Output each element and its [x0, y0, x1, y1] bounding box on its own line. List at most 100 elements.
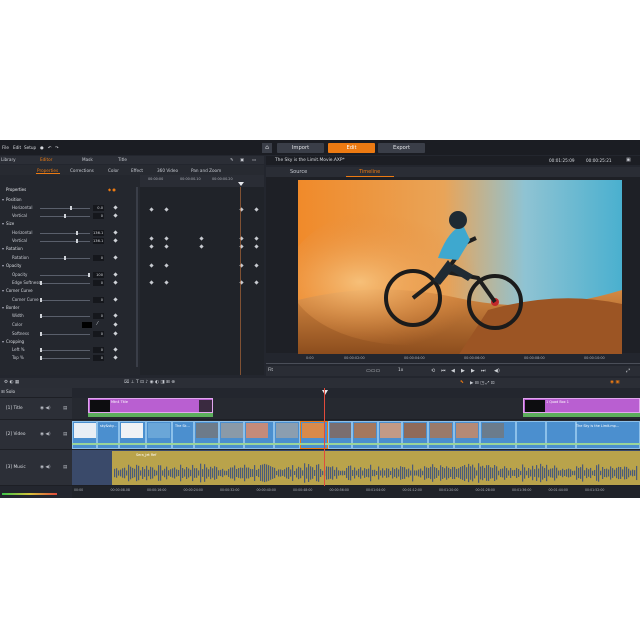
- timeline-panel-icons[interactable]: ◉ ▣: [610, 380, 620, 385]
- tab-editor[interactable]: Editor: [40, 157, 52, 162]
- keyframe-marker[interactable]: [149, 280, 154, 285]
- properties-scrollbar[interactable]: [136, 187, 138, 367]
- redo-icon[interactable]: ↷: [55, 145, 59, 150]
- track-options-icon[interactable]: ⊞: [1, 390, 5, 395]
- undo-icon[interactable]: ↶: [48, 145, 52, 150]
- keyframe-marker[interactable]: [199, 236, 204, 241]
- edit-button[interactable]: Edit: [328, 143, 375, 153]
- property-value[interactable]: 0: [93, 355, 104, 361]
- property-group[interactable]: ▾ Corner Curve: [0, 287, 140, 295]
- property-group[interactable]: ▾ Size: [0, 220, 140, 228]
- menu-setup[interactable]: Setup: [24, 145, 36, 150]
- music-clip[interactable]: Sera_jet Ref: [112, 451, 640, 485]
- keyframe-marker[interactable]: [164, 236, 169, 241]
- property-group[interactable]: ▾ Cropping: [0, 338, 140, 346]
- expand-icon[interactable]: ▾: [2, 246, 4, 251]
- menu-file[interactable]: File: [2, 145, 9, 150]
- property-slider[interactable]: [40, 239, 90, 243]
- property-group[interactable]: ▾ Border: [0, 304, 140, 312]
- title-clip-left[interactable]: Mtn4 Title: [88, 398, 213, 413]
- tab-timeline[interactable]: Timeline: [359, 169, 380, 175]
- tab-color[interactable]: Color: [108, 168, 119, 173]
- keyframe-icon[interactable]: [113, 322, 118, 327]
- color-swatch[interactable]: [82, 322, 92, 328]
- skip-end-icon[interactable]: ⏭: [481, 368, 486, 374]
- property-slider[interactable]: [40, 356, 90, 360]
- pin-icon[interactable]: ✎: [230, 157, 234, 162]
- property-slider[interactable]: [40, 206, 90, 210]
- expand-icon[interactable]: ▾: [2, 221, 4, 226]
- slider-knob[interactable]: [40, 348, 42, 352]
- expand-icon[interactable]: ▾: [2, 288, 4, 293]
- eyedropper-icon[interactable]: ⁄: [97, 321, 98, 327]
- keyframe-icon[interactable]: [113, 238, 118, 243]
- viewer-ruler[interactable]: 0:00 00:00:02:00 00:00:04:00 00:00:06:00…: [266, 354, 640, 366]
- slider-knob[interactable]: [76, 239, 78, 243]
- property-value[interactable]: 100: [93, 272, 104, 278]
- keyframe-marker[interactable]: [254, 244, 259, 249]
- window-icon[interactable]: ▣: [240, 157, 244, 162]
- snap-icon[interactable]: ⬉: [460, 380, 464, 385]
- step-forward-icon[interactable]: ▶: [471, 368, 475, 374]
- timeline-ruler[interactable]: [72, 388, 640, 398]
- jog-wheel[interactable]: ▭▭▭: [366, 368, 380, 374]
- slider-knob[interactable]: [40, 298, 42, 302]
- tab-pan-and-zoom[interactable]: Pan and Zoom: [191, 168, 221, 173]
- keyframe-icon[interactable]: [113, 230, 118, 235]
- keyframe-icon[interactable]: [113, 313, 118, 318]
- timeline-edit-icons[interactable]: ▶ ⊟ ◳ ⤢ ⊡: [470, 380, 495, 386]
- property-slider[interactable]: [40, 348, 90, 352]
- play-icon[interactable]: ▶: [461, 368, 465, 374]
- keyframe-marker[interactable]: [164, 207, 169, 212]
- expand-icon[interactable]: ▾: [2, 339, 4, 344]
- expand-icon[interactable]: ▾: [2, 263, 4, 268]
- import-button[interactable]: Import: [277, 143, 324, 153]
- keyframe-icon[interactable]: [113, 355, 118, 360]
- track-menu-icon[interactable]: ▤: [63, 465, 67, 470]
- property-group[interactable]: ▾ Position: [0, 196, 140, 204]
- tab-corrections[interactable]: Corrections: [70, 168, 94, 173]
- keyframe-toolbar-icon[interactable]: ◆ ●: [108, 187, 116, 192]
- tab-mask[interactable]: Mask: [82, 157, 93, 162]
- track-visibility-icon[interactable]: ◉ ◀): [40, 432, 51, 437]
- keyframe-icon[interactable]: [113, 297, 118, 302]
- property-value[interactable]: 0: [93, 297, 104, 303]
- keyframe-icon[interactable]: [113, 213, 118, 218]
- property-slider[interactable]: [40, 332, 90, 336]
- keyframe-marker[interactable]: [199, 244, 204, 249]
- property-slider[interactable]: [40, 314, 90, 318]
- tab-source[interactable]: Source: [290, 169, 307, 175]
- keyframe-icon[interactable]: [113, 280, 118, 285]
- slider-knob[interactable]: [69, 206, 72, 210]
- property-value[interactable]: 0: [93, 313, 104, 319]
- timeline-playhead-marker[interactable]: [322, 390, 328, 395]
- timeline-playhead[interactable]: [324, 388, 325, 486]
- keyframe-icon[interactable]: [113, 272, 118, 277]
- close-panel-icon[interactable]: ▭: [252, 157, 256, 162]
- timeline-settings-icon[interactable]: ⚙ ◐ ▦: [4, 380, 19, 385]
- keyframe-icon[interactable]: [113, 347, 118, 352]
- property-value[interactable]: 136.1: [93, 238, 104, 244]
- property-value[interactable]: 0: [93, 213, 104, 219]
- keyframe-marker[interactable]: [254, 207, 259, 212]
- help-icon[interactable]: ●: [40, 145, 44, 150]
- skip-start-icon[interactable]: ⏮: [441, 368, 446, 374]
- timeline-tools-icons[interactable]: ⌧ ⊥ T ⊡ ♪ ◉ ◐ ◨ ⊞ ⊕: [124, 380, 175, 385]
- menu-edit[interactable]: Edit: [13, 145, 21, 150]
- keyframe-icon[interactable]: [113, 331, 118, 336]
- timeline-bottom-ruler[interactable]: 00:00 00:00:08.08 00:00:16:00 00:00:24:00 00…: [72, 486, 640, 498]
- slider-knob[interactable]: [64, 214, 66, 218]
- keyframe-marker[interactable]: [149, 207, 154, 212]
- title-clip-right[interactable]: 1 Quad Box 1: [523, 398, 640, 413]
- property-group[interactable]: ▾ Rotation: [0, 245, 140, 253]
- keyframe-marker[interactable]: [149, 236, 154, 241]
- track-visibility-icon[interactable]: ◉ ◀): [40, 406, 51, 411]
- keyframe-icon[interactable]: [113, 205, 118, 210]
- keyframe-marker[interactable]: [164, 263, 169, 268]
- expand-icon[interactable]: ▾: [2, 197, 4, 202]
- keyframe-icon[interactable]: [113, 255, 118, 260]
- tab-360-video[interactable]: 360 Video: [157, 168, 178, 173]
- property-value[interactable]: 136.1: [93, 230, 104, 236]
- property-slider[interactable]: [40, 214, 90, 218]
- keyframe-marker[interactable]: [254, 236, 259, 241]
